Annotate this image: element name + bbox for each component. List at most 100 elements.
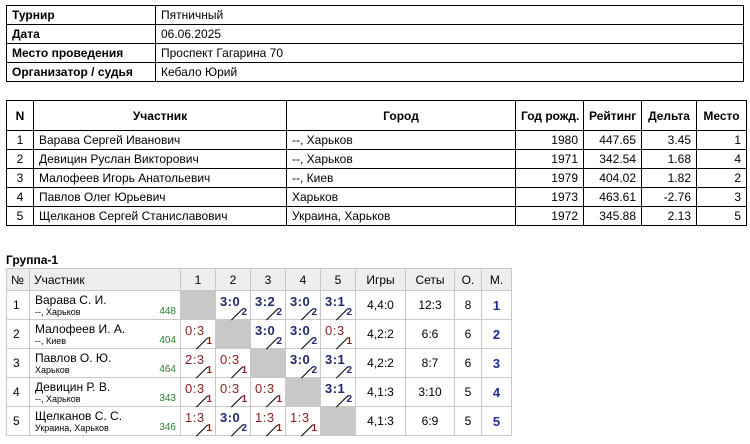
match-score: 3:0 xyxy=(255,323,276,338)
match-result-cell[interactable]: 3:1 2 xyxy=(320,290,356,321)
participant-n: 4 xyxy=(6,187,34,207)
group-col-sets: Сеты xyxy=(405,268,455,291)
participant-delta: 3.45 xyxy=(641,130,697,150)
organizer-label: Организатор / судья xyxy=(6,62,156,82)
match-score: 0:3 xyxy=(325,323,345,338)
participant-row: 2 Девицин Руслан Викторович --, Харьков … xyxy=(6,149,747,169)
player-city: --, Киев xyxy=(35,336,67,346)
participant-name: Малофеев Игорь Анатольевич xyxy=(33,168,287,188)
match-result-cell[interactable]: 3:1 2 xyxy=(320,348,356,379)
match-result-cell[interactable]: 1:3 1 xyxy=(180,406,216,437)
participant-year: 1980 xyxy=(515,130,584,150)
group-place: 5 xyxy=(481,406,512,436)
match-points: 2 xyxy=(346,365,352,376)
player-city: Украина, Харьков xyxy=(35,423,109,433)
participant-delta: 2.13 xyxy=(641,206,697,226)
col-header-n: N xyxy=(6,100,34,131)
match-points: 2 xyxy=(276,307,282,318)
participant-name: Щелканов Сергей Станиславович xyxy=(33,206,287,226)
participant-place: 2 xyxy=(696,168,747,188)
col-header-city: Город xyxy=(286,100,516,131)
player-name: Павлов О. Ю. xyxy=(35,351,112,365)
participants-header-row: N Участник Город Год рожд. Рейтинг Дельт… xyxy=(6,100,747,131)
match-points: 2 xyxy=(346,394,352,405)
group-row-n: 2 xyxy=(6,319,30,349)
group-row: 2 Малофеев И. А. --, Киев 404 0:3 1 3:0 2 3:0 2 0:… xyxy=(6,319,512,350)
diagonal-cell xyxy=(320,406,356,436)
group-points: 8 xyxy=(454,290,482,320)
participant-place: 4 xyxy=(696,149,747,169)
match-points: 1 xyxy=(241,394,247,405)
match-result-cell[interactable]: 2:3 1 xyxy=(180,348,216,379)
participant-place: 1 xyxy=(696,130,747,150)
player-city: --, Харьков xyxy=(35,307,81,317)
match-score: 3:0 xyxy=(290,352,311,367)
match-result-cell[interactable]: 3:0 2 xyxy=(285,319,321,350)
match-result-cell[interactable]: 3:1 2 xyxy=(320,377,356,408)
participant-year: 1971 xyxy=(515,149,584,169)
group-place: 1 xyxy=(481,290,512,320)
player-name: Варава С. И. xyxy=(35,293,107,307)
participant-n: 1 xyxy=(6,130,34,150)
match-result-cell[interactable]: 1:3 1 xyxy=(285,406,321,437)
group-player-cell: Павлов О. Ю. Харьков 464 xyxy=(29,348,181,378)
match-result-cell[interactable]: 0:3 1 xyxy=(215,377,251,408)
participant-name: Павлов Олег Юрьевич xyxy=(33,187,287,207)
match-result-cell[interactable]: 3:2 2 xyxy=(250,290,286,321)
player-rating: 404 xyxy=(159,335,176,346)
participant-place: 5 xyxy=(696,206,747,226)
match-points: 2 xyxy=(311,365,317,376)
player-name: Девицин Р. В. xyxy=(35,380,111,394)
col-header-year: Год рожд. xyxy=(515,100,584,131)
match-points: 1 xyxy=(241,365,247,376)
player-rating: 464 xyxy=(159,364,176,375)
match-score: 3:1 xyxy=(325,294,346,309)
info-row-venue: Место проведения Проспект Гагарина 70 xyxy=(6,43,744,63)
match-result-cell[interactable]: 0:3 1 xyxy=(250,377,286,408)
match-score: 0:3 xyxy=(220,381,240,396)
participant-n: 5 xyxy=(6,206,34,226)
group-games: 4,4:0 xyxy=(355,290,406,320)
match-result-cell[interactable]: 3:0 2 xyxy=(285,290,321,321)
group-col-n: № xyxy=(6,268,30,291)
match-points: 1 xyxy=(206,336,212,347)
info-row-date: Дата 06.06.2025 xyxy=(6,24,744,44)
match-result-cell[interactable]: 0:3 1 xyxy=(215,348,251,379)
participant-year: 1979 xyxy=(515,168,584,188)
group-col-place: М. xyxy=(481,268,512,291)
group-place: 3 xyxy=(481,348,512,378)
diagonal-cell xyxy=(215,319,251,349)
group-games: 4,2:2 xyxy=(355,319,406,349)
match-result-cell[interactable]: 3:0 2 xyxy=(215,406,251,437)
match-points: 2 xyxy=(276,336,282,347)
group-col-3: 3 xyxy=(250,268,286,291)
match-result-cell[interactable]: 0:3 1 xyxy=(180,377,216,408)
participant-year: 1972 xyxy=(515,206,584,226)
match-result-cell[interactable]: 3:0 2 xyxy=(215,290,251,321)
match-points: 1 xyxy=(206,365,212,376)
match-result-cell[interactable]: 3:0 2 xyxy=(250,319,286,350)
match-result-cell[interactable]: 1:3 1 xyxy=(250,406,286,437)
participant-city: --, Харьков xyxy=(286,149,516,169)
match-points: 1 xyxy=(276,394,282,405)
match-points: 2 xyxy=(346,307,352,318)
col-header-place: Место xyxy=(696,100,747,131)
match-result-cell[interactable]: 3:0 2 xyxy=(285,348,321,379)
match-points: 2 xyxy=(311,307,317,318)
col-header-delta: Дельта xyxy=(641,100,697,131)
group-sets: 6:6 xyxy=(405,319,455,349)
player-name: Малофеев И. А. xyxy=(35,322,126,336)
match-score: 1:3 xyxy=(290,410,310,425)
group-row-n: 5 xyxy=(6,406,30,436)
group-player-cell: Щелканов С. С. Украина, Харьков 346 xyxy=(29,406,181,436)
participant-year: 1973 xyxy=(515,187,584,207)
match-points: 2 xyxy=(241,423,247,434)
group-player-cell: Девицин Р. В. --, Харьков 343 xyxy=(29,377,181,407)
match-result-cell[interactable]: 0:3 1 xyxy=(320,319,356,350)
group-row-n: 1 xyxy=(6,290,30,320)
group-sets: 12:3 xyxy=(405,290,455,320)
match-result-cell[interactable]: 0:3 1 xyxy=(180,319,216,350)
match-score: 3:0 xyxy=(220,294,241,309)
group-player-cell: Варава С. И. --, Харьков 448 xyxy=(29,290,181,320)
match-score: 2:3 xyxy=(185,352,205,367)
